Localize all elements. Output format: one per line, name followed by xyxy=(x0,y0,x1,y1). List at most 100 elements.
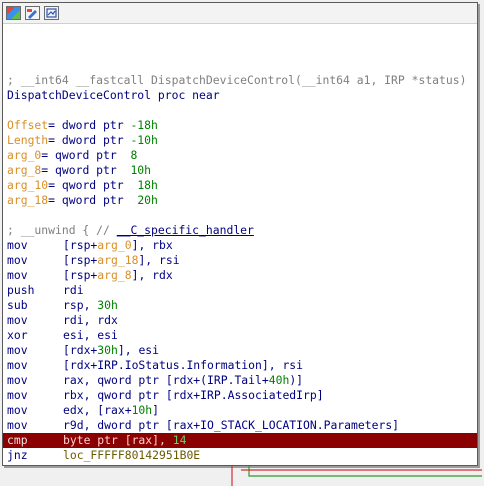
operand: rdi, rdx xyxy=(63,313,118,327)
operand: esi, esi xyxy=(63,328,118,342)
operand: 40h xyxy=(268,373,290,387)
stack-var-line: arg_10= qword ptr 18h xyxy=(7,178,477,193)
stack-var-line: Length= dword ptr -10h xyxy=(7,133,477,148)
instruction-line[interactable]: mov rbx, qword ptr [rdx+IRP.AssociatedIrp… xyxy=(7,388,477,403)
mnemonic: jnz xyxy=(7,448,28,462)
instruction-line[interactable]: mov [rsp+arg_0], rbx xyxy=(7,238,477,253)
stack-var-offset: -18h xyxy=(130,118,158,132)
operand: 14 xyxy=(172,433,187,447)
highlighted-instruction-line[interactable]: cmp byte ptr [rax], 14 xyxy=(3,433,477,448)
stack-var-name[interactable]: Length xyxy=(7,133,48,147)
stack-var-type: = dword ptr xyxy=(48,133,131,147)
true-branch-edge xyxy=(248,466,482,477)
function-signature-comment: ; __int64 __fastcall DispatchDeviceContr… xyxy=(7,73,477,88)
proc-keyword: proc near xyxy=(151,88,220,102)
instruction-line[interactable]: mov rax, qword ptr [rdx+(IRP.Tail+40h)] xyxy=(7,373,477,388)
mnemonic: mov xyxy=(7,343,28,357)
mnemonic: mov xyxy=(7,403,28,417)
operand: 30h xyxy=(97,298,118,312)
operand: [rsp+ xyxy=(63,238,98,252)
stack-var-type: = qword ptr xyxy=(48,193,138,207)
instruction-line[interactable]: jnz loc_FFFFF80142951B0E xyxy=(7,448,477,463)
instruction-line[interactable]: mov edx, [rax+10h] xyxy=(7,403,477,418)
mnemonic: mov xyxy=(7,373,28,387)
operand: [rdx+IRP.IoStatus.Information], rsi xyxy=(63,358,304,372)
operand: edx, [rax+ xyxy=(63,403,132,417)
operand: rsp, xyxy=(63,298,98,312)
operand: byte ptr [rax], xyxy=(63,433,173,447)
stack-var-line: arg_0= qword ptr 8 xyxy=(7,148,477,163)
edit-node-icon[interactable] xyxy=(25,6,40,20)
graph-overview-icon[interactable] xyxy=(44,6,59,20)
code-graph-node[interactable]: ; __int64 __fastcall DispatchDeviceContr… xyxy=(2,2,478,466)
stack-var-name[interactable]: arg_8 xyxy=(7,163,41,177)
instruction-line[interactable]: xor esi, esi xyxy=(7,328,477,343)
mnemonic: mov xyxy=(7,253,28,267)
stack-var-name[interactable]: arg_0 xyxy=(7,148,41,162)
stack-var-line: Offset= dword ptr -18h xyxy=(7,118,477,133)
operand: rdi xyxy=(63,283,84,297)
operand[interactable]: arg_8 xyxy=(97,268,131,282)
instruction-line[interactable]: mov r9d, dword ptr [rax+IO_STACK_LOCATION… xyxy=(7,418,477,433)
instruction-line[interactable]: mov [rsp+arg_8], rdx xyxy=(7,268,477,283)
operand: [rsp+ xyxy=(63,253,98,267)
mnemonic: xor xyxy=(7,328,28,342)
operand: ], esi xyxy=(117,343,160,357)
operand: )] xyxy=(289,373,304,387)
operand: [rdx+ xyxy=(63,343,98,357)
mnemonic: cmp xyxy=(7,433,28,447)
operand[interactable]: arg_0 xyxy=(97,238,131,252)
instruction-line[interactable]: mov [rdx+30h], esi xyxy=(7,343,477,358)
operand: 10h xyxy=(131,403,153,417)
stack-var-type: = dword ptr xyxy=(48,118,131,132)
operand: rbx, qword ptr [rdx+IRP.AssociatedIrp] xyxy=(63,388,324,402)
operand: ], rdx xyxy=(131,268,173,282)
instruction-line[interactable]: mov [rsp+arg_18], rsi xyxy=(7,253,477,268)
stack-var-line: arg_18= qword ptr 20h xyxy=(7,193,477,208)
operand[interactable]: arg_18 xyxy=(97,253,138,267)
mnemonic: mov xyxy=(7,418,28,432)
stack-var-name[interactable]: Offset xyxy=(7,118,48,132)
stack-var-offset: 10h xyxy=(130,163,152,177)
branch-target-label[interactable]: loc_FFFFF80142951B0E xyxy=(63,448,200,462)
disassembly-listing: ; __int64 __fastcall DispatchDeviceContr… xyxy=(3,73,477,463)
mnemonic: mov xyxy=(7,313,28,327)
proc-name[interactable]: DispatchDeviceControl xyxy=(7,88,151,102)
mnemonic: mov xyxy=(7,358,28,372)
stack-var-offset: 8 xyxy=(130,148,138,162)
stack-var-line: arg_8= qword ptr 10h xyxy=(7,163,477,178)
signature-text: ; __int64 __fastcall DispatchDeviceContr… xyxy=(7,73,467,87)
stack-var-offset: 18h xyxy=(137,178,158,192)
unwind-comment: ; __unwind { // __C_specific_handler xyxy=(7,223,477,238)
instruction-line[interactable]: mov [rdx+IRP.IoStatus.Information], rsi xyxy=(7,358,477,373)
operand: ] xyxy=(152,403,160,417)
operand: r9d, dword ptr [rax+IO_STACK_LOCATION.Pa… xyxy=(63,418,400,432)
operand: [rsp+ xyxy=(63,268,98,282)
mnemonic: mov xyxy=(7,388,28,402)
stack-var-type: = qword ptr xyxy=(48,178,138,192)
operand: 30h xyxy=(97,343,118,357)
stack-var-name[interactable]: arg_18 xyxy=(7,193,48,207)
mnemonic: push xyxy=(7,283,35,297)
stack-var-offset: -10h xyxy=(130,133,158,147)
mnemonic: sub xyxy=(7,298,28,312)
node-titlebar xyxy=(3,3,477,24)
color-palette-icon[interactable] xyxy=(6,6,21,20)
mnemonic: mov xyxy=(7,268,28,282)
stack-var-type: = qword ptr xyxy=(41,163,131,177)
operand: ], rsi xyxy=(138,253,180,267)
stack-var-type: = qword ptr xyxy=(41,148,131,162)
stack-var-offset: 20h xyxy=(137,193,158,207)
proc-declaration[interactable]: DispatchDeviceControl proc near xyxy=(7,88,477,103)
stack-var-name[interactable]: arg_10 xyxy=(7,178,48,192)
instruction-line[interactable]: mov rdi, rdx xyxy=(7,313,477,328)
instruction-line[interactable]: sub rsp, 30h xyxy=(7,298,477,313)
operand: ], rbx xyxy=(131,238,173,252)
unwind-prefix: ; __unwind { // xyxy=(7,223,117,237)
mnemonic: mov xyxy=(7,238,28,252)
instruction-line[interactable]: push rdi xyxy=(7,283,477,298)
operand: rax, qword ptr [rdx+(IRP.Tail+ xyxy=(63,373,269,387)
unwind-handler-link[interactable]: __C_specific_handler xyxy=(117,223,254,237)
